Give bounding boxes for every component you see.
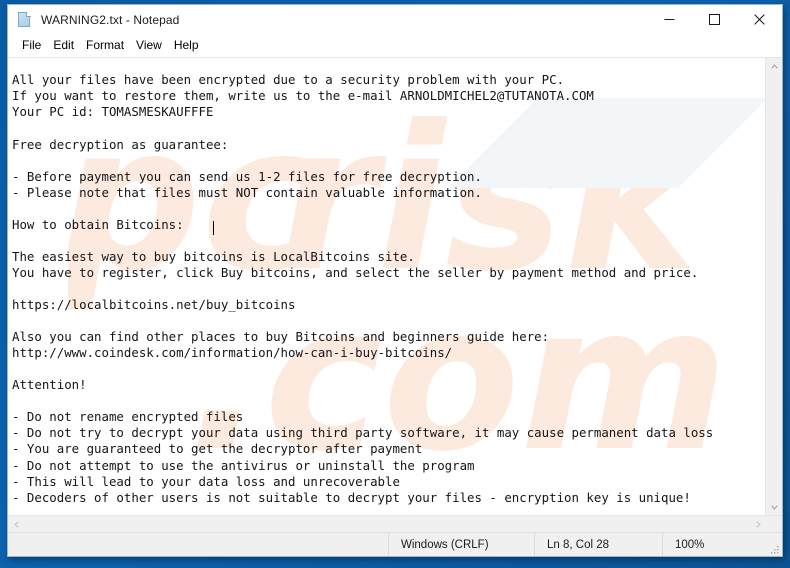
menu-item-edit[interactable]: Edit xyxy=(47,36,80,55)
close-button[interactable] xyxy=(737,5,782,34)
window-title: WARNING2.txt - Notepad xyxy=(41,12,180,27)
vertical-scrollbar[interactable] xyxy=(765,58,782,515)
minimize-button[interactable] xyxy=(647,5,692,34)
menu-item-view[interactable]: View xyxy=(130,36,168,55)
editor-container: pc risk .com All your files have been en… xyxy=(8,56,782,532)
status-cursor-position: Ln 8, Col 28 xyxy=(534,533,662,556)
text-document-icon xyxy=(17,11,33,28)
menu-item-file[interactable]: File xyxy=(16,36,47,55)
editor-row: pc risk .com All your files have been en… xyxy=(8,57,782,515)
text-caret xyxy=(213,221,214,235)
horizontal-scroll-track[interactable] xyxy=(24,516,750,532)
scrollbar-corner xyxy=(766,516,782,532)
scroll-left-button[interactable] xyxy=(8,516,24,532)
scroll-down-button[interactable] xyxy=(766,499,782,515)
desktop-background: WARNING2.txt - Notepad File Edit Format … xyxy=(0,0,790,568)
vertical-scroll-track[interactable] xyxy=(766,74,782,499)
maximize-button[interactable] xyxy=(692,5,737,34)
status-bar: Windows (CRLF) Ln 8, Col 28 100% xyxy=(8,532,782,556)
minimize-icon xyxy=(664,19,675,20)
status-encoding: Windows (CRLF) xyxy=(388,533,534,556)
horizontal-scrollbar[interactable] xyxy=(8,515,782,532)
notepad-window: WARNING2.txt - Notepad File Edit Format … xyxy=(7,4,783,557)
menu-item-help[interactable]: Help xyxy=(168,36,205,55)
chevron-left-icon xyxy=(13,520,19,528)
status-zoom-level: 100% xyxy=(662,533,782,556)
window-controls xyxy=(647,5,782,34)
scroll-up-button[interactable] xyxy=(766,58,782,74)
scroll-right-button[interactable] xyxy=(750,516,766,532)
chevron-right-icon xyxy=(755,520,761,528)
close-icon xyxy=(754,14,765,25)
menu-bar: File Edit Format View Help xyxy=(8,35,782,56)
resize-grip-icon[interactable] xyxy=(769,544,779,554)
ransom-note-text: All your files have been encrypted due t… xyxy=(12,72,714,505)
chevron-down-icon xyxy=(770,504,778,510)
chevron-up-icon xyxy=(770,63,778,69)
maximize-icon xyxy=(709,14,720,25)
status-bar-spacer xyxy=(8,533,388,556)
menu-item-format[interactable]: Format xyxy=(80,36,130,55)
title-bar[interactable]: WARNING2.txt - Notepad xyxy=(8,5,782,35)
text-editor-area[interactable]: pc risk .com All your files have been en… xyxy=(8,58,765,515)
